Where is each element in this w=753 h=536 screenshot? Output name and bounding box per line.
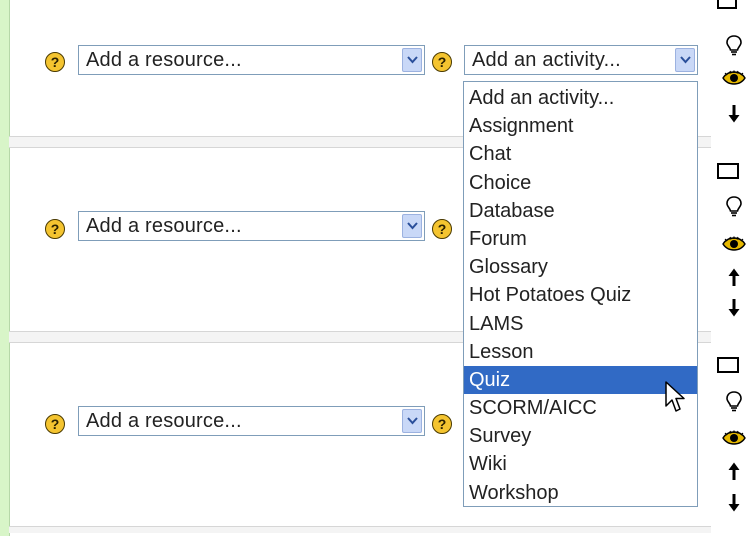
add-resource-select[interactable]: Add a resource...	[78, 45, 425, 75]
chevron-down-icon[interactable]	[675, 48, 695, 72]
help-icon[interactable]: ?	[45, 52, 65, 72]
eye-icon[interactable]	[722, 430, 746, 446]
help-icon[interactable]: ?	[432, 414, 452, 434]
add-activity-select[interactable]: Add an activity...	[464, 45, 698, 75]
activity-dropdown-list[interactable]: Add an activity... Assignment Chat Choice Da…	[463, 81, 698, 507]
help-icon[interactable]: ?	[45, 414, 65, 434]
move-up-icon[interactable]	[727, 461, 741, 481]
move-down-icon[interactable]	[727, 493, 741, 513]
lightbulb-icon[interactable]	[724, 390, 744, 412]
activity-option[interactable]: Add an activity...	[464, 84, 697, 112]
section-divider	[9, 526, 711, 533]
add-resource-value: Add a resource...	[86, 215, 242, 237]
eye-icon[interactable]	[722, 236, 746, 252]
activity-option[interactable]: Wiki	[464, 450, 697, 478]
activity-option[interactable]: Hot Potatoes Quiz	[464, 281, 697, 309]
activity-option[interactable]: Assignment	[464, 112, 697, 140]
lightbulb-icon[interactable]	[724, 195, 744, 217]
add-resource-value: Add a resource...	[86, 49, 242, 71]
activity-option[interactable]: Survey	[464, 422, 697, 450]
activity-option[interactable]: Lesson	[464, 338, 697, 366]
move-up-icon[interactable]	[727, 267, 741, 287]
chevron-down-icon[interactable]	[402, 214, 422, 238]
activity-option[interactable]: Choice	[464, 169, 697, 197]
move-down-icon[interactable]	[727, 104, 741, 124]
help-icon[interactable]: ?	[45, 219, 65, 239]
add-resource-select[interactable]: Add a resource...	[78, 211, 425, 241]
add-resource-select[interactable]: Add a resource...	[78, 406, 425, 436]
add-resource-value: Add a resource...	[86, 410, 242, 432]
highlight-box-icon[interactable]	[716, 356, 740, 374]
help-icon[interactable]: ?	[432, 52, 452, 72]
highlight-box-icon[interactable]	[716, 162, 740, 180]
highlight-box-icon[interactable]	[716, 0, 738, 14]
activity-option[interactable]: SCORM/AICC	[464, 394, 697, 422]
chevron-down-icon[interactable]	[402, 48, 422, 72]
activity-option[interactable]: Glossary	[464, 253, 697, 281]
mouse-cursor-icon	[665, 381, 685, 412]
move-down-icon[interactable]	[727, 298, 741, 318]
lightbulb-icon[interactable]	[724, 34, 744, 56]
activity-option[interactable]: Forum	[464, 225, 697, 253]
activity-option[interactable]: Quiz	[464, 365, 697, 395]
activity-option[interactable]: Database	[464, 197, 697, 225]
activity-option[interactable]: LAMS	[464, 310, 697, 338]
chevron-down-icon[interactable]	[402, 409, 422, 433]
help-icon[interactable]: ?	[432, 219, 452, 239]
activity-option[interactable]: Chat	[464, 140, 697, 168]
eye-icon[interactable]	[722, 70, 746, 86]
activity-option[interactable]: Workshop	[464, 479, 697, 507]
add-activity-value: Add an activity...	[472, 49, 621, 71]
